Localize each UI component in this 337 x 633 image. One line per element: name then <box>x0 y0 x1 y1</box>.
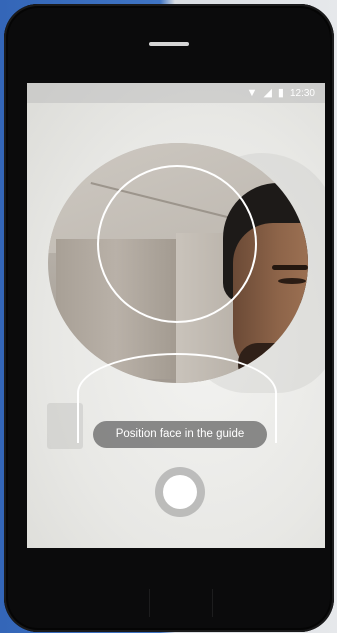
earpiece-speaker <box>149 42 189 46</box>
wifi-icon: ▼ <box>246 86 258 99</box>
camera-screen: ▼ ◢ ▮ 12:30 Position face in the guide <box>27 83 325 548</box>
preview-brow <box>272 265 308 270</box>
preview-eye <box>278 278 306 284</box>
shutter-icon[interactable] <box>163 475 197 509</box>
position-hint: Position face in the guide <box>93 421 267 448</box>
status-bar: ▼ ◢ ▮ 12:30 <box>27 83 325 103</box>
signal-icon: ◢ <box>263 86 272 99</box>
home-gesture-area <box>149 589 213 617</box>
status-time: 12:30 <box>289 87 315 99</box>
battery-icon: ▮ <box>277 86 284 99</box>
face-guide-ring <box>97 165 257 323</box>
phone-device: ▼ ◢ ▮ 12:30 Position face in the guide <box>4 4 334 632</box>
